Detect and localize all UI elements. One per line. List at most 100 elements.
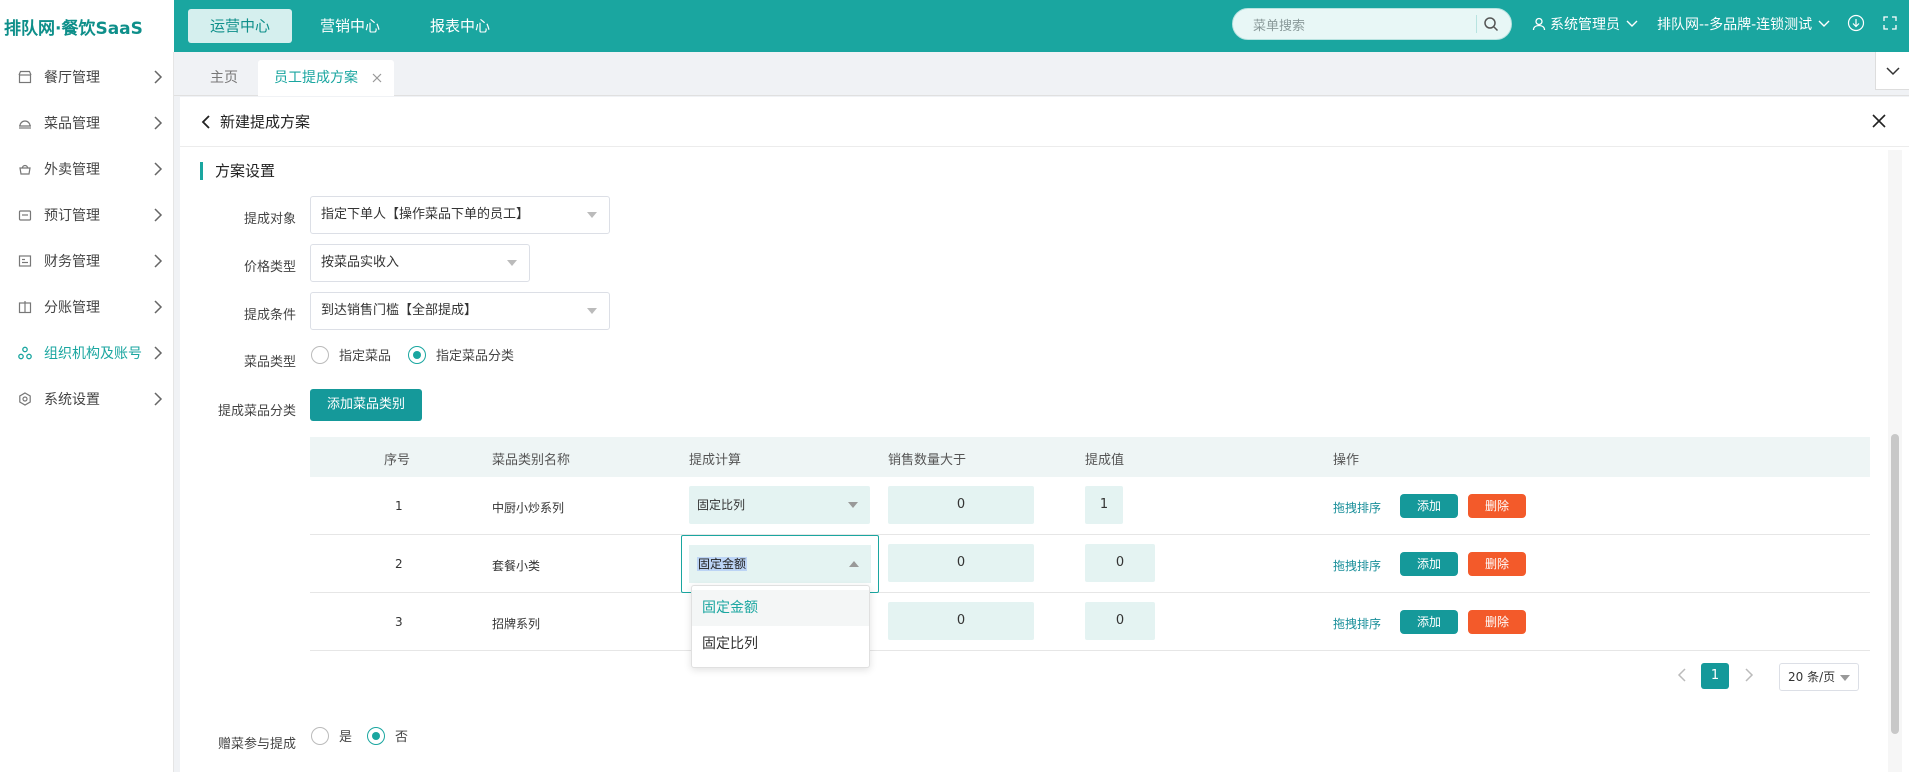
nav-operations[interactable]: 运营中心	[188, 9, 293, 43]
radio-specific-dish[interactable]: 指定菜品	[311, 345, 391, 364]
value-input[interactable]: 1	[1085, 486, 1123, 524]
sidebar-item-split[interactable]: 分账管理	[0, 284, 173, 330]
sidebar-item-label: 餐厅管理	[44, 70, 100, 86]
select-value: 指定下单人【操作菜品下单的员工】	[321, 207, 530, 222]
tab-commission-plan[interactable]: 员工提成方案	[258, 60, 394, 96]
scrollbar-thumb[interactable]	[1891, 434, 1899, 734]
drag-sort-link[interactable]: 拖拽排序	[1333, 557, 1381, 574]
sidebar-item-delivery[interactable]: 外卖管理	[0, 146, 173, 192]
add-row-button[interactable]: 添加	[1400, 552, 1458, 576]
row-index: 1	[395, 499, 403, 513]
top-nav: 运营中心 营销中心 报表中心	[188, 9, 518, 43]
download-icon[interactable]	[1847, 14, 1865, 32]
chevron-right-icon	[154, 162, 163, 176]
close-tab-icon[interactable]	[372, 73, 382, 83]
delivery-icon	[19, 164, 31, 175]
drag-sort-link[interactable]: 拖拽排序	[1333, 499, 1381, 516]
dropdown-option-fixed-ratio[interactable]: 固定比列	[692, 626, 869, 662]
table-row: 2 套餐小类 固定金额 0 0 拖拽排序 添加 删除	[310, 535, 1870, 593]
page-title: 新建提成方案	[220, 113, 311, 131]
radio-label: 指定菜品	[339, 349, 392, 364]
tab-home[interactable]: 主页	[194, 60, 254, 96]
tabs-more-button[interactable]	[1875, 52, 1909, 90]
radio-circle	[311, 345, 329, 364]
radio-gift-no[interactable]: 否	[367, 726, 408, 745]
sidebar-item-organization[interactable]: 组织机构及账号	[0, 330, 173, 376]
value-input[interactable]: 0	[1085, 602, 1155, 640]
caret-down-icon	[587, 212, 597, 218]
commission-target-label: 提成对象	[243, 212, 296, 227]
select-value: 到达销售门槛【全部提成】	[321, 303, 478, 318]
user-icon	[1532, 17, 1546, 31]
delete-row-button[interactable]: 删除	[1468, 610, 1526, 634]
sidebar-item-label: 菜品管理	[44, 116, 100, 132]
row-category-name: 套餐小类	[492, 559, 541, 573]
top-bar: 排队网·餐饮SaaS 运营中心 营销中心 报表中心 菜单搜索 系统管理员 排队网…	[0, 0, 1909, 52]
commission-category-label: 提成菜品分类	[217, 404, 296, 419]
radio-gift-yes[interactable]: 是	[311, 726, 352, 745]
sidebar-item-label: 分账管理	[44, 300, 100, 316]
brand-selector[interactable]: 排队网--多品牌-连锁测试	[1657, 14, 1830, 34]
table-header: 序号 菜品类别名称 提成计算 销售数量大于 提成值 操作	[310, 437, 1870, 477]
add-dish-category-button[interactable]: 添加菜品类别	[310, 389, 422, 421]
caret-down-icon	[848, 502, 858, 508]
search-icon[interactable]	[1483, 16, 1499, 32]
close-icon[interactable]	[1871, 113, 1887, 129]
sidebar-item-reservation[interactable]: 预订管理	[0, 192, 173, 238]
fullscreen-icon[interactable]	[1881, 14, 1899, 32]
sidebar-item-dishes[interactable]: 菜品管理	[0, 100, 173, 146]
calc-dropdown-menu: 固定金额 固定比列	[691, 585, 870, 668]
delete-row-button[interactable]: 删除	[1468, 552, 1526, 576]
qty-input[interactable]: 0	[888, 544, 1034, 582]
qty-input[interactable]: 0	[888, 486, 1034, 524]
menu-search-input[interactable]: 菜单搜索	[1232, 8, 1512, 40]
next-page-icon[interactable]	[1744, 668, 1754, 682]
sidebar-item-label: 系统设置	[44, 392, 100, 408]
chevron-right-icon	[154, 254, 163, 268]
table-row: 3 招牌系列 0 0 拖拽排序 添加 删除	[310, 593, 1870, 651]
row-index: 2	[395, 557, 403, 571]
column-header: 提成计算	[689, 453, 742, 468]
column-header: 销售数量大于	[888, 453, 967, 468]
qty-input[interactable]: 0	[888, 602, 1034, 640]
add-row-button[interactable]: 添加	[1400, 494, 1458, 518]
sidebar-item-settings[interactable]: 系统设置	[0, 376, 173, 422]
radio-specific-category[interactable]: 指定菜品分类	[408, 345, 514, 364]
sidebar-item-label: 预订管理	[44, 208, 100, 224]
radio-circle	[408, 345, 426, 364]
chevron-right-icon	[154, 300, 163, 314]
nav-reports[interactable]: 报表中心	[408, 9, 512, 43]
page-size-select[interactable]: 20 条/页	[1779, 663, 1859, 691]
dropdown-option-fixed-amount[interactable]: 固定金额	[692, 590, 869, 626]
settings-icon	[19, 392, 31, 406]
radio-label: 是	[339, 730, 353, 745]
calc-select[interactable]: 固定比列	[689, 486, 870, 524]
prev-page-icon[interactable]	[1677, 668, 1687, 682]
store-icon	[18, 70, 32, 84]
table-row: 1 中厨小炒系列 固定比列 0 1 拖拽排序 添加 删除	[310, 477, 1870, 535]
back-icon[interactable]	[200, 114, 212, 129]
commission-target-select[interactable]: 指定下单人【操作菜品下单的员工】	[310, 196, 610, 234]
search-divider	[1476, 15, 1477, 33]
app-logo[interactable]: 排队网·餐饮SaaS	[0, 0, 174, 52]
page-number-current[interactable]: 1	[1701, 663, 1729, 689]
sidebar-item-restaurant[interactable]: 餐厅管理	[0, 54, 173, 100]
chevron-down-icon	[1886, 67, 1900, 76]
value-input[interactable]: 0	[1085, 544, 1155, 582]
nav-marketing[interactable]: 营销中心	[298, 9, 402, 43]
price-type-select[interactable]: 按菜品实收入	[310, 244, 530, 282]
user-menu[interactable]: 系统管理员	[1532, 14, 1638, 34]
split-icon	[18, 301, 32, 314]
page-header: 新建提成方案	[180, 97, 1909, 147]
add-row-button[interactable]: 添加	[1400, 610, 1458, 634]
drag-sort-link[interactable]: 拖拽排序	[1333, 615, 1381, 632]
dish-icon	[19, 120, 31, 129]
delete-row-button[interactable]: 删除	[1468, 494, 1526, 518]
sidebar-item-finance[interactable]: 财务管理	[0, 238, 173, 284]
chevron-right-icon	[154, 208, 163, 222]
search-placeholder: 菜单搜索	[1253, 18, 1306, 34]
commission-condition-select[interactable]: 到达销售门槛【全部提成】	[310, 292, 610, 330]
gift-dish-label: 赠菜参与提成	[217, 737, 296, 752]
chevron-right-icon	[154, 346, 163, 360]
sidebar-item-label: 外卖管理	[44, 162, 100, 178]
